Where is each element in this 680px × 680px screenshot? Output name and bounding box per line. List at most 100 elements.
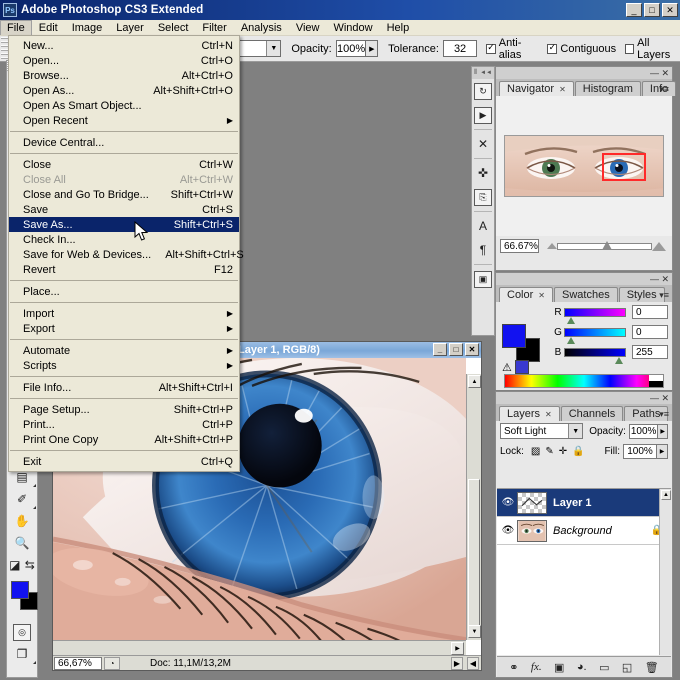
- color-spectrum-ramp[interactable]: [504, 374, 664, 388]
- document-maximize-button[interactable]: □: [449, 343, 463, 356]
- menu-item-open[interactable]: Open... Ctrl+O: [9, 53, 239, 68]
- layers-opacity-stepper[interactable]: ▶: [658, 423, 668, 439]
- menu-item-open-as[interactable]: Open As... Alt+Shift+Ctrl+O: [9, 83, 239, 98]
- menu-item-new[interactable]: New... Ctrl+N: [9, 38, 239, 53]
- contiguous-checkbox[interactable]: ✓ Contiguous: [547, 43, 616, 55]
- layers-panel-titlebar[interactable]: — ✕: [496, 392, 672, 404]
- tab-channels[interactable]: Channels: [560, 406, 624, 421]
- blue-value-input[interactable]: 255: [632, 345, 668, 359]
- layer-comps-panel-button[interactable]: ▣: [472, 267, 494, 291]
- menu-item-select[interactable]: Select: [151, 20, 196, 35]
- layer-thumbnail[interactable]: [517, 491, 547, 514]
- zoom-out-icon[interactable]: [546, 243, 557, 249]
- layer-list-scrollbar[interactable]: ▲: [659, 489, 671, 655]
- menu-item-automate[interactable]: Automate ▶: [9, 343, 239, 358]
- menu-item-scripts[interactable]: Scripts ▶: [9, 358, 239, 373]
- close-icon[interactable]: ✕: [661, 68, 669, 78]
- swap-colors-icon[interactable]: ⇆: [25, 558, 35, 572]
- menu-item-check-in[interactable]: Check In...: [9, 232, 239, 247]
- menu-item-revert[interactable]: Revert F12: [9, 262, 239, 277]
- navigator-zoom-input[interactable]: 66.67%: [500, 239, 539, 253]
- menu-item-page-setup[interactable]: Page Setup... Shift+Ctrl+P: [9, 402, 239, 417]
- menu-item-open-recent[interactable]: Open Recent ▶: [9, 113, 239, 128]
- layer-visibility-icon[interactable]: 👁: [499, 497, 517, 508]
- history-panel-button[interactable]: ↻: [472, 79, 494, 103]
- zoom-tool[interactable]: 🔍: [7, 532, 37, 554]
- color-minimize-close[interactable]: — ✕: [650, 273, 669, 285]
- menu-item-save[interactable]: Save Ctrl+S: [9, 202, 239, 217]
- layer-visibility-icon[interactable]: 👁: [499, 525, 517, 536]
- menu-item-save-as[interactable]: Save As... Shift+Ctrl+S: [9, 217, 239, 232]
- zoom-in-icon[interactable]: [651, 241, 666, 251]
- layers-opacity-input[interactable]: 100%: [628, 423, 659, 439]
- menu-item-close-and-go-to-bridge[interactable]: Close and Go To Bridge... Shift+Ctrl+W: [9, 187, 239, 202]
- opacity-stepper[interactable]: ▶: [366, 40, 379, 57]
- close-icon[interactable]: ✕: [545, 410, 552, 419]
- minimize-button[interactable]: _: [626, 3, 642, 17]
- navigator-zoom-slider[interactable]: [546, 239, 666, 253]
- foreground-color-swatch[interactable]: [11, 581, 29, 599]
- clone-source-panel-button[interactable]: ⎘: [472, 185, 494, 209]
- table-row[interactable]: 👁 Background 🔒: [497, 517, 671, 545]
- menu-item-file-info[interactable]: File Info... Alt+Shift+Ctrl+I: [9, 380, 239, 395]
- menu-item-save-for-web-devices[interactable]: Save for Web & Devices... Alt+Shift+Ctrl+…: [9, 247, 244, 262]
- close-button[interactable]: ✕: [662, 3, 678, 17]
- navigator-view-rectangle[interactable]: [602, 153, 646, 181]
- tab-swatches[interactable]: Swatches: [554, 287, 618, 302]
- eyedropper-tool[interactable]: ✐: [7, 488, 37, 510]
- minimize-icon[interactable]: —: [650, 393, 659, 403]
- red-slider[interactable]: [564, 307, 626, 324]
- menu-item-layer[interactable]: Layer: [109, 20, 151, 35]
- tab-layers[interactable]: Layers ✕: [499, 406, 560, 421]
- menu-item-window[interactable]: Window: [326, 20, 379, 35]
- close-icon[interactable]: ✕: [661, 393, 669, 403]
- green-slider[interactable]: [564, 327, 626, 344]
- default-colors-icon[interactable]: ◪: [9, 558, 20, 572]
- menu-item-export[interactable]: Export ▶: [9, 321, 239, 336]
- chevron-down-icon[interactable]: ▼: [266, 41, 281, 56]
- tool-presets-panel-button[interactable]: ✕: [472, 132, 494, 156]
- menu-item-print-one-copy[interactable]: Print One Copy Alt+Shift+Ctrl+P: [9, 432, 239, 447]
- menu-item-analysis[interactable]: Analysis: [234, 20, 289, 35]
- navigator-panel-titlebar[interactable]: — ✕: [496, 67, 672, 79]
- blend-mode-select[interactable]: Soft Light ▼: [500, 423, 584, 439]
- file-menu-dropdown[interactable]: New... Ctrl+N Open... Ctrl+O Browse... Alt+Ct…: [8, 35, 244, 472]
- tolerance-input[interactable]: 32: [442, 40, 478, 57]
- fill-input[interactable]: 100%: [623, 443, 657, 459]
- brushes-panel-button[interactable]: ✜: [472, 161, 494, 185]
- scroll-down-button[interactable]: ▼: [468, 625, 481, 638]
- layers-minimize-close[interactable]: — ✕: [650, 392, 669, 404]
- tab-histogram[interactable]: Histogram: [574, 81, 641, 96]
- blue-slider[interactable]: [564, 347, 626, 364]
- menu-item-help[interactable]: Help: [380, 20, 417, 35]
- expand-dock-icon[interactable]: ◄◄: [480, 70, 492, 76]
- menu-item-browse[interactable]: Browse... Alt+Ctrl+O: [9, 68, 239, 83]
- close-icon[interactable]: ✕: [559, 85, 566, 94]
- gamut-alternative-swatch[interactable]: [514, 360, 529, 374]
- color-panel-menu-icon[interactable]: ▾≡: [659, 290, 669, 301]
- new-group-icon[interactable]: ▭: [599, 661, 609, 674]
- slider-thumb[interactable]: [567, 336, 575, 344]
- slider-thumb[interactable]: [567, 316, 575, 324]
- green-value-input[interactable]: 0: [632, 325, 668, 339]
- menu-item-close[interactable]: Close Ctrl+W: [9, 157, 239, 172]
- horizontal-scrollbar[interactable]: ▶: [53, 640, 466, 655]
- status-resize-button[interactable]: ◀: [467, 656, 479, 670]
- layer-style-fx-icon[interactable]: fx.: [531, 661, 542, 673]
- new-adjustment-layer-icon[interactable]: ◕.: [577, 661, 587, 673]
- color-controls[interactable]: ◪ ⇆: [7, 554, 37, 576]
- lock-position-icon[interactable]: ✛: [559, 446, 567, 457]
- quick-mask-toggle[interactable]: ◎: [7, 621, 37, 643]
- navigator-panel-menu-icon[interactable]: ▾≡: [659, 84, 669, 95]
- scroll-up-button[interactable]: ▲: [468, 375, 481, 388]
- menu-item-place[interactable]: Place...: [9, 284, 239, 299]
- navigator-thumbnail-area[interactable]: [496, 96, 672, 236]
- character-panel-button[interactable]: A: [472, 214, 494, 238]
- new-layer-icon[interactable]: ◱: [622, 661, 632, 674]
- vertical-scrollbar[interactable]: ▲ ▼: [466, 374, 481, 640]
- actions-panel-button[interactable]: ▶: [472, 103, 494, 127]
- lock-all-icon[interactable]: 🔒: [572, 446, 584, 457]
- slider-thumb[interactable]: [615, 356, 623, 364]
- tab-styles[interactable]: Styles: [618, 287, 665, 302]
- delete-layer-icon[interactable]: 🗑: [645, 661, 659, 674]
